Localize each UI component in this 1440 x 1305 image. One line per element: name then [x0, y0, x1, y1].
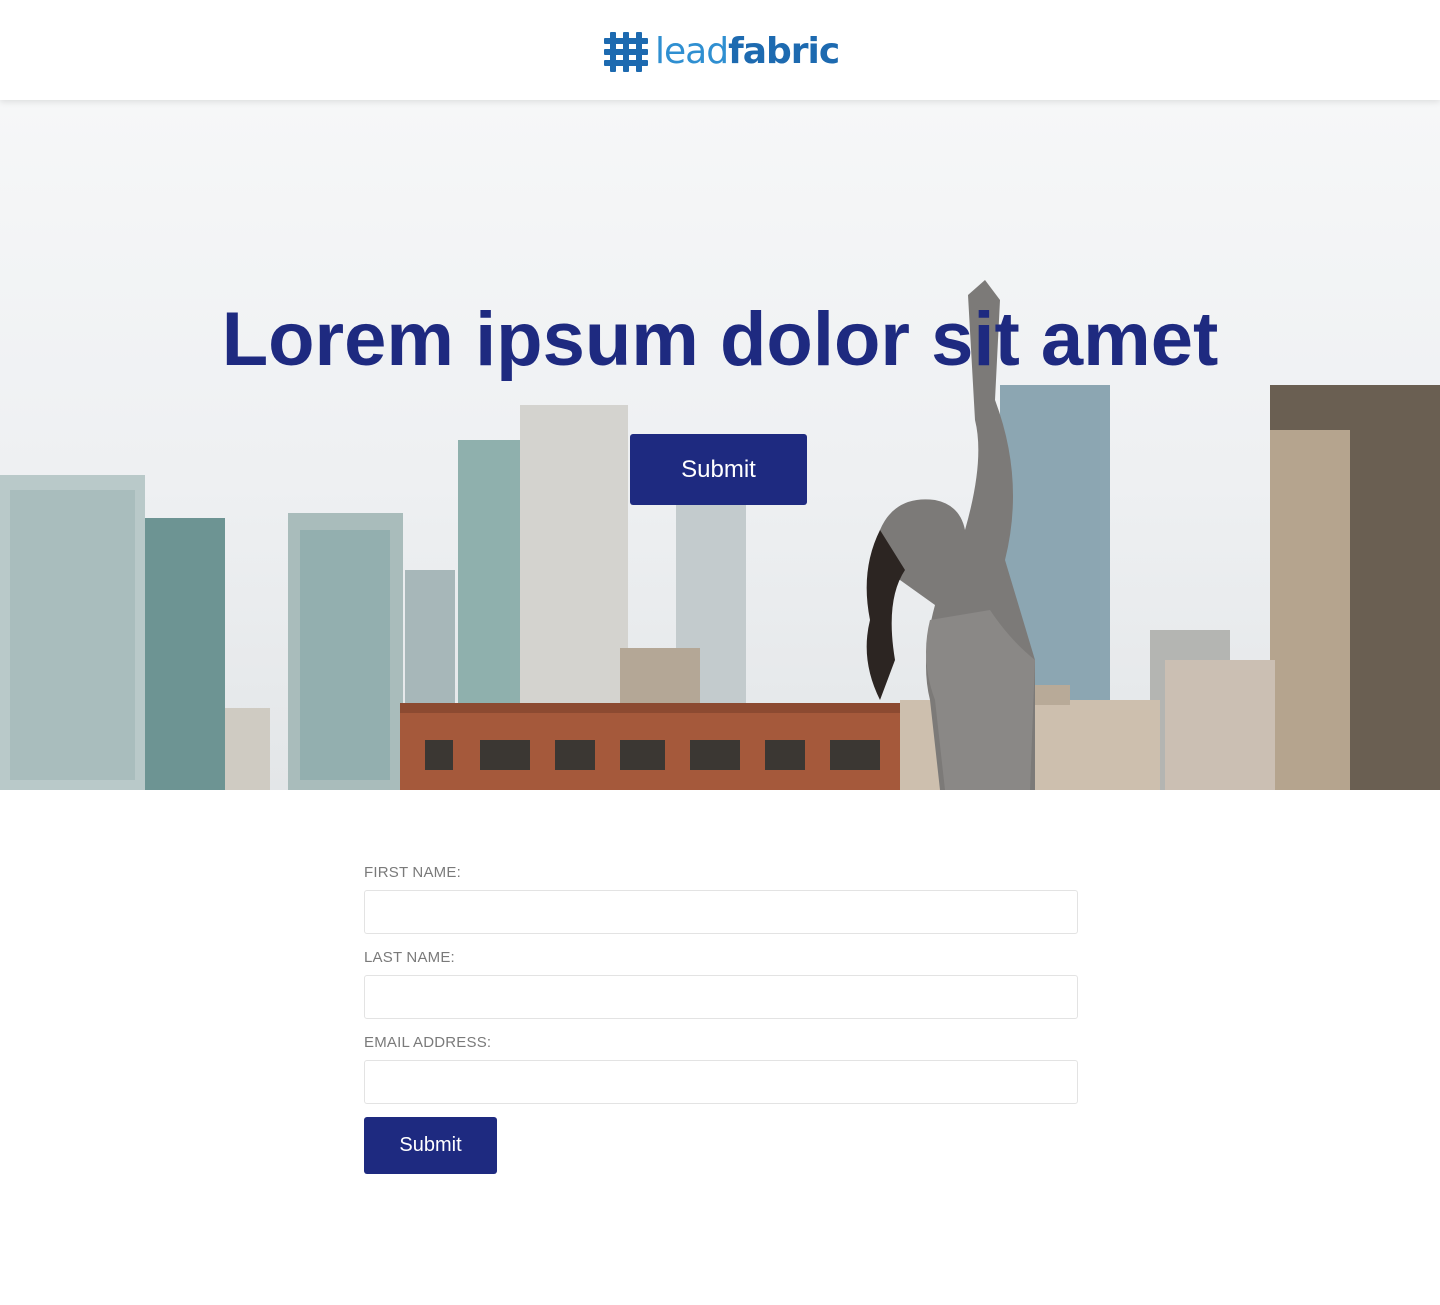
- site-header: leadfabric: [0, 0, 1440, 100]
- email-label: EMAIL ADDRESS:: [364, 1034, 492, 1051]
- email-input[interactable]: [364, 1060, 1078, 1104]
- lead-form: FIRST NAME: LAST NAME: EMAIL ADDRESS: Su…: [364, 862, 1078, 1174]
- logo-word-fabric: fabric: [728, 31, 840, 72]
- last-name-group: LAST NAME:: [364, 947, 1078, 1032]
- logo-word-lead: lead: [655, 31, 729, 72]
- first-name-group: FIRST NAME:: [364, 862, 1078, 947]
- logo-wordmark: leadfabric: [655, 29, 840, 75]
- first-name-input[interactable]: [364, 890, 1078, 934]
- last-name-label: LAST NAME:: [364, 949, 455, 966]
- hero-banner: Lorem ipsum dolor sit amet Submit: [0, 100, 1440, 790]
- email-group: EMAIL ADDRESS:: [364, 1032, 1078, 1117]
- hash-grid-icon: [604, 32, 648, 72]
- hero-title: Lorem ipsum dolor sit amet: [221, 297, 1219, 382]
- form-submit-button[interactable]: Submit: [364, 1117, 497, 1174]
- first-name-label: FIRST NAME:: [364, 864, 461, 881]
- hero-submit-button[interactable]: Submit: [630, 434, 807, 505]
- last-name-input[interactable]: [364, 975, 1078, 1019]
- leadfabric-logo[interactable]: leadfabric: [604, 29, 840, 75]
